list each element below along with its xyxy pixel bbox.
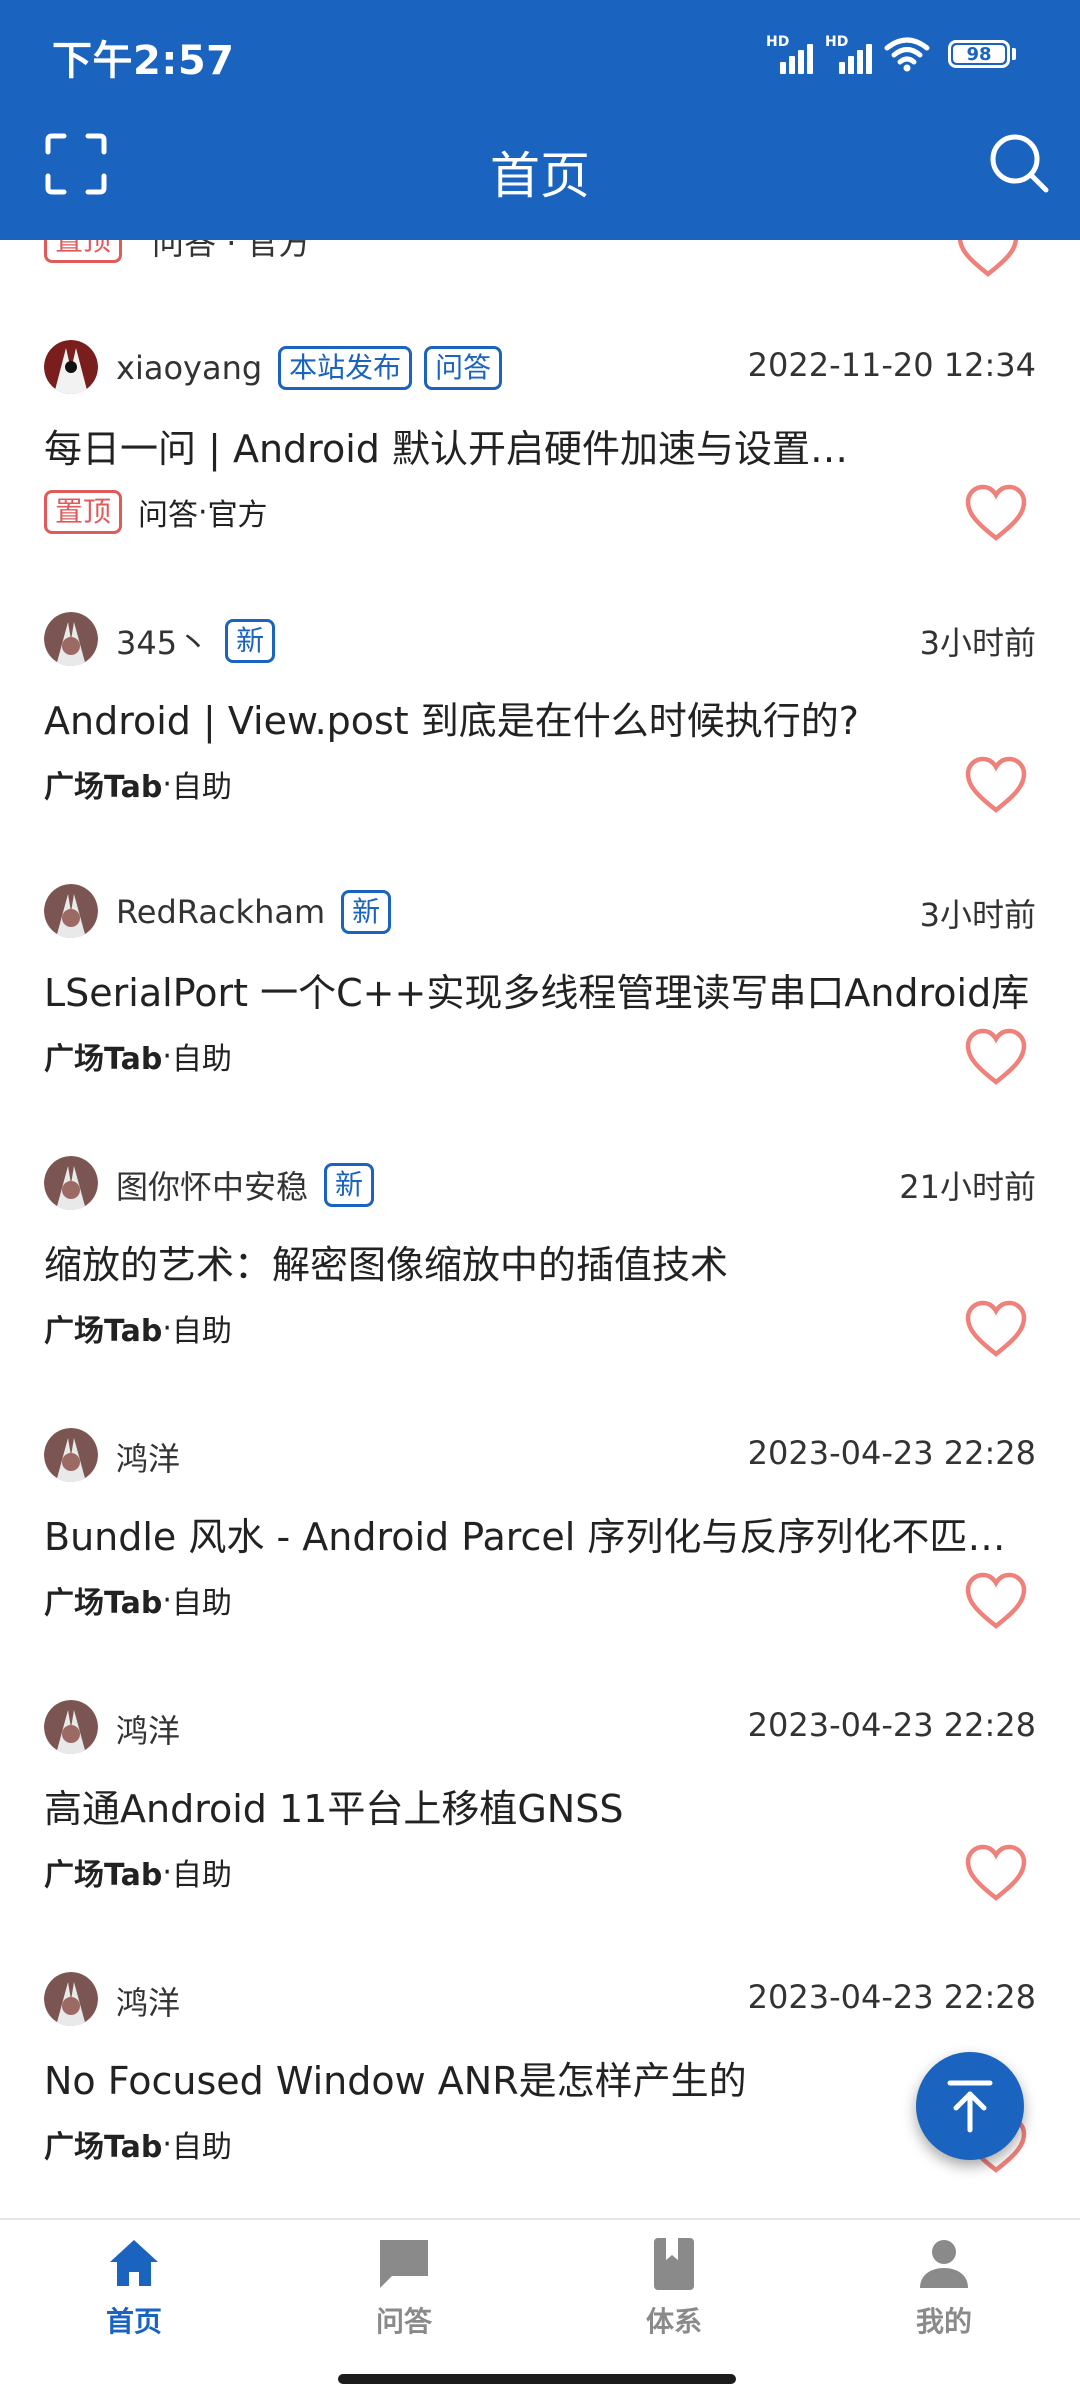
nav-label-system: 体系 (645, 2305, 702, 2338)
tag-new: 新 (341, 890, 392, 934)
article-item[interactable]: xiaoyang 本站发布 问答 2022-11-20 12:34 每日一问 |… (0, 240, 1080, 541)
avatar[interactable] (44, 612, 98, 666)
article-item[interactable]: 鸿洋 2023-04-23 22:28 高通Android 11平台上移植GNS… (0, 1600, 1080, 1901)
tag-new: 新 (225, 619, 276, 663)
item-title[interactable]: Android | View.post 到底是在什么时候执行的? (44, 690, 1034, 745)
item-meta: 广场Tab · 自助 (44, 2122, 232, 2166)
avatar[interactable] (44, 1156, 98, 1210)
item-title[interactable]: LSerialPort 一个C++实现多线程管理读写串口Android库 (44, 962, 1034, 1017)
item-date: 2022-11-20 12:34 (747, 346, 1036, 384)
toolbar: 首页 (0, 110, 1080, 240)
item-title[interactable]: Bundle 风水 - Android Parcel 序列化与反序列化不匹配… (44, 1506, 1034, 1561)
avatar[interactable] (44, 1972, 98, 2026)
item-title[interactable]: 缩放的艺术：解密图像缩放中的插值技术 (44, 1234, 1034, 1289)
scroll-to-top-icon (947, 2080, 993, 2133)
author-line: RedRackham 新 (116, 890, 392, 934)
status-icons: HD HD 98 (766, 34, 1016, 74)
nav-item-system[interactable]: 体系 (574, 2234, 774, 2340)
author-name[interactable]: 图你怀中安稳 (116, 1162, 308, 1208)
signal-hd-label: HD (766, 34, 790, 50)
item-source: 自助 (171, 2130, 232, 2165)
page-title: 首页 (490, 147, 590, 205)
bottom-navigation: 首页 问答 体系 我的 (0, 2218, 1080, 2400)
item-date: 2023-04-23 22:28 (747, 1434, 1036, 1472)
author-line: xiaoyang 本站发布 问答 (116, 346, 503, 390)
app-screen: 下午2:57 HD HD 98 首页 置顶 问答 · 官方 xiaoyang 本… (0, 0, 1080, 2400)
article-item[interactable]: 345丶 新 3小时前 Android | View.post 到底是在什么时候… (0, 512, 1080, 813)
app-header: 下午2:57 HD HD 98 首页 (0, 0, 1080, 240)
avatar[interactable] (44, 340, 98, 394)
nav-label-qa: 问答 (375, 2305, 432, 2338)
author-line: 图你怀中安稳 新 (116, 1162, 375, 1208)
item-title[interactable]: 每日一问 | Android 默认开启硬件加速与设置… (44, 418, 1034, 473)
article-feed[interactable]: 置顶 问答 · 官方 xiaoyang 本站发布 问答 2022-11-20 1… (0, 240, 1080, 2218)
wifi-icon (884, 37, 930, 72)
status-time: 下午2:57 (52, 38, 235, 84)
home-icon (110, 2240, 158, 2286)
meta-separator: · (162, 2126, 172, 2162)
item-date: 3小时前 (919, 896, 1036, 934)
article-item[interactable]: 鸿洋 2023-04-23 22:28 Bundle 风水 - Android … (0, 1328, 1080, 1629)
author-name[interactable]: RedRackham (116, 893, 325, 931)
nav-item-qa[interactable]: 问答 (304, 2234, 504, 2340)
nav-label-me: 我的 (915, 2305, 972, 2338)
chat-bubble-icon (380, 2240, 428, 2288)
signal-icon-2: HD (825, 34, 872, 74)
home-indicator[interactable] (338, 2374, 736, 2384)
item-date: 3小时前 (919, 624, 1036, 662)
author-name[interactable]: 鸿洋 (116, 1978, 180, 2024)
book-icon (654, 2238, 694, 2290)
author-name[interactable]: xiaoyang (116, 349, 262, 387)
article-item[interactable]: RedRackham 新 3小时前 LSerialPort 一个C++实现多线程… (0, 784, 1080, 1085)
avatar[interactable] (44, 884, 98, 938)
status-bar: 下午2:57 HD HD 98 (0, 0, 1080, 110)
nav-item-home[interactable]: 首页 (34, 2234, 234, 2340)
item-category[interactable]: 广场Tab (44, 2122, 162, 2166)
tag-site-publish: 本站发布 (278, 346, 413, 390)
person-icon (920, 2240, 968, 2288)
article-item[interactable]: 图你怀中安稳 新 21小时前 缩放的艺术：解密图像缩放中的插值技术 广场Tab … (0, 1056, 1080, 1357)
item-date: 21小时前 (899, 1168, 1036, 1206)
signal-hd-label-2: HD (825, 34, 849, 50)
author-line: 鸿洋 (116, 1706, 180, 1752)
avatar[interactable] (44, 1428, 98, 1482)
author-line: 345丶 新 (116, 618, 276, 664)
battery-icon: 98 (948, 40, 1010, 68)
scroll-to-top-button[interactable] (916, 2052, 1024, 2160)
avatar[interactable] (44, 1700, 98, 1754)
author-line: 鸿洋 (116, 1978, 180, 2024)
author-name[interactable]: 鸿洋 (116, 1706, 180, 1752)
battery-level: 98 (966, 43, 992, 65)
item-date: 2023-04-23 22:28 (747, 1706, 1036, 1744)
nav-label-home: 首页 (105, 2305, 162, 2338)
author-line: 鸿洋 (116, 1434, 180, 1480)
signal-icon: HD (766, 34, 813, 74)
author-name[interactable]: 345丶 (116, 618, 209, 664)
tag-qa: 问答 (424, 346, 503, 390)
author-name[interactable]: 鸿洋 (116, 1434, 180, 1480)
search-icon[interactable] (986, 130, 1052, 196)
item-title[interactable]: 高通Android 11平台上移植GNSS (44, 1778, 1034, 1833)
item-date: 2023-04-23 22:28 (747, 1978, 1036, 2016)
item-title[interactable]: No Focused Window ANR是怎样产生的 (44, 2050, 1034, 2105)
nav-item-me[interactable]: 我的 (844, 2234, 1044, 2340)
tag-new: 新 (324, 1163, 375, 1207)
